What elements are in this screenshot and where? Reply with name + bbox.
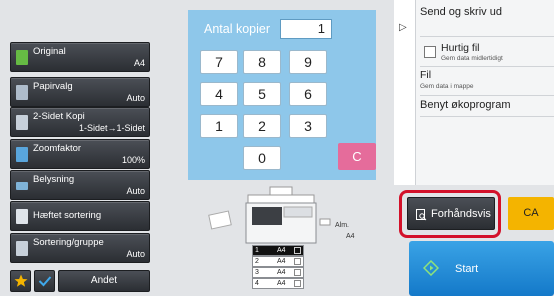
eco-program-item[interactable]: Benyt økoprogram bbox=[420, 99, 510, 111]
machine-illustration: Alm. A4 1 A4 2 A4 3 A4 4 A4 bbox=[200, 185, 380, 296]
sort-group-icon bbox=[16, 241, 28, 256]
tray-3[interactable]: 3 A4 bbox=[252, 267, 304, 278]
paper-icon bbox=[16, 85, 28, 100]
key-4[interactable]: 4 bbox=[200, 82, 238, 106]
start-button[interactable]: Start bbox=[409, 241, 554, 296]
staple-sort-icon bbox=[16, 209, 28, 224]
zoom-value: 100% bbox=[121, 155, 145, 165]
original-label: Original bbox=[33, 46, 66, 57]
zoom-label: Zoomfaktor bbox=[33, 143, 82, 154]
key-8[interactable]: 8 bbox=[243, 50, 281, 74]
duplex-icon bbox=[16, 115, 28, 130]
tray-2-paper-icon bbox=[294, 258, 301, 265]
sortering-button[interactable]: Sortering/gruppe Auto bbox=[10, 233, 150, 263]
tray-1-paper-icon bbox=[294, 247, 301, 254]
star-icon bbox=[14, 274, 27, 287]
tray-2-size: A4 bbox=[277, 258, 286, 265]
send-print-panel bbox=[394, 0, 554, 185]
original-value: A4 bbox=[133, 58, 145, 68]
sortering-label: Sortering/gruppe bbox=[33, 237, 104, 248]
key-9[interactable]: 9 bbox=[289, 50, 327, 74]
tray-4[interactable]: 4 A4 bbox=[252, 278, 304, 289]
expand-arrow-icon: ▷​ bbox=[399, 22, 407, 33]
key-7[interactable]: 7 bbox=[200, 50, 238, 74]
tray-3-size: A4 bbox=[277, 269, 286, 276]
tray-1-number: 1 bbox=[255, 247, 259, 254]
zoom-icon bbox=[16, 147, 28, 162]
haeftet-button[interactable]: Hæftet sortering bbox=[10, 201, 150, 231]
ca-button[interactable]: CA bbox=[508, 197, 554, 230]
original-icon bbox=[16, 50, 28, 65]
copies-field[interactable]: 1 bbox=[280, 19, 332, 39]
favorite-button[interactable] bbox=[10, 270, 31, 292]
file-subtitle: Gem data i mappe bbox=[420, 83, 474, 90]
belysning-label: Belysning bbox=[33, 174, 75, 185]
key-0[interactable]: 0 bbox=[243, 146, 281, 170]
quick-file-title[interactable]: Hurtig fil bbox=[441, 42, 480, 54]
haeftet-label: Hæftet sortering bbox=[33, 210, 102, 221]
tray-2[interactable]: 2 A4 bbox=[252, 256, 304, 267]
divider bbox=[420, 36, 554, 37]
preview-button[interactable]: Forhåndsvis bbox=[407, 197, 495, 230]
tray-2-number: 2 bbox=[255, 258, 259, 265]
preview-icon bbox=[416, 209, 427, 221]
copies-keypad: Antal kopier 1 7 8 9 4 5 6 1 2 3 0 C bbox=[188, 10, 376, 180]
divider bbox=[420, 66, 554, 67]
quick-file-subtitle: Gem data midlertidigt bbox=[441, 55, 503, 62]
zoom-button[interactable]: Zoomfaktor 100% bbox=[10, 139, 150, 169]
copies-label: Antal kopier bbox=[204, 22, 271, 36]
exposure-icon bbox=[16, 182, 28, 190]
tray-4-size: A4 bbox=[277, 280, 286, 287]
tray-4-number: 4 bbox=[255, 280, 259, 287]
key-2[interactable]: 2 bbox=[243, 114, 281, 138]
send-print-title: Send og skriv ud bbox=[420, 6, 502, 18]
key-5[interactable]: 5 bbox=[243, 82, 281, 106]
left-bottom-bar: Andet bbox=[10, 270, 150, 296]
key-3[interactable]: 3 bbox=[289, 114, 327, 138]
quick-file-checkbox[interactable] bbox=[424, 46, 436, 58]
belysning-value: Auto bbox=[126, 186, 145, 196]
function-list: Original A4 Papirvalg Auto 2-Sidet Kopi … bbox=[10, 0, 150, 296]
file-title[interactable]: Fil bbox=[420, 69, 431, 81]
other-button[interactable]: Andet bbox=[58, 270, 150, 292]
divider bbox=[420, 95, 554, 96]
check-button[interactable] bbox=[34, 270, 55, 292]
start-icon bbox=[423, 260, 439, 276]
clear-key[interactable]: C bbox=[338, 143, 376, 170]
key-1[interactable]: 1 bbox=[200, 114, 238, 138]
start-label: Start bbox=[455, 263, 479, 275]
tray-3-paper-icon bbox=[294, 269, 301, 276]
belysning-button[interactable]: Belysning Auto bbox=[10, 170, 150, 200]
tray-1[interactable]: 1 A4 bbox=[252, 245, 304, 256]
tray-4-paper-icon bbox=[294, 280, 301, 287]
papirvalg-label: Papirvalg bbox=[33, 81, 73, 92]
tray-3-number: 3 bbox=[255, 269, 259, 276]
check-icon bbox=[38, 276, 51, 287]
bypass-label: Alm. bbox=[335, 222, 349, 229]
tray-1-size: A4 bbox=[277, 247, 286, 254]
duplex-value: 1-Sidet→1-Sidet bbox=[78, 123, 145, 133]
divider bbox=[420, 116, 554, 117]
duplex-label: 2-Sidet Kopi bbox=[33, 111, 85, 122]
duplex-button[interactable]: 2-Sidet Kopi 1-Sidet→1-Sidet bbox=[10, 107, 150, 137]
papirvalg-value: Auto bbox=[126, 93, 145, 103]
sortering-value: Auto bbox=[126, 249, 145, 259]
bypass-size: A4 bbox=[346, 233, 355, 240]
preview-label: Forhåndsvis bbox=[431, 208, 491, 220]
panel-toggle-button[interactable]: ▷​ bbox=[394, 0, 416, 185]
original-button[interactable]: Original A4 bbox=[10, 42, 150, 72]
papirvalg-button[interactable]: Papirvalg Auto bbox=[10, 77, 150, 107]
key-6[interactable]: 6 bbox=[289, 82, 327, 106]
